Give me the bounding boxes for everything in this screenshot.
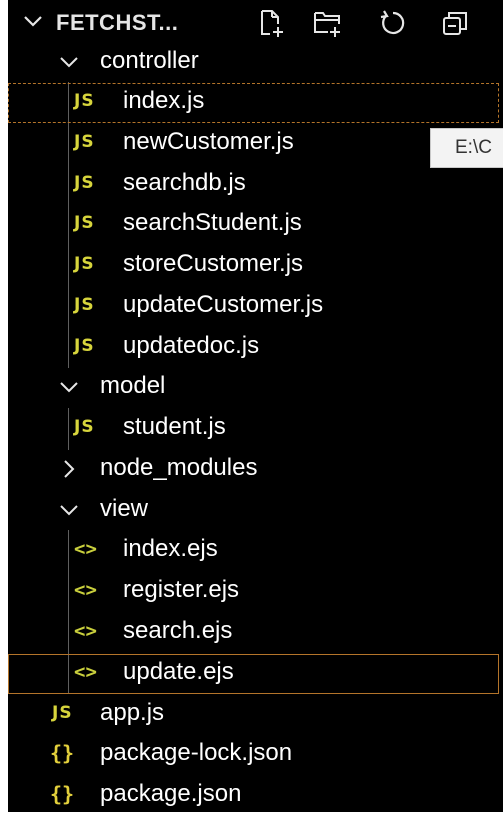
file-searchdb-js[interactable]: JS searchdb.js [8,164,503,204]
js-file-icon: JS [74,173,95,193]
file-label: searchStudent.js [123,209,302,236]
new-folder-icon[interactable] [312,8,342,38]
chevron-down-icon [60,382,78,393]
file-updatecustomer-js[interactable]: JS updateCustomer.js [8,286,503,326]
chevron-right-icon [64,460,75,478]
file-label: index.ejs [123,535,218,562]
file-label: updateCustomer.js [123,291,324,318]
file-package-json[interactable]: {} package.json [8,775,503,812]
json-file-icon: {} [50,741,75,765]
file-updatedoc-js[interactable]: JS updatedoc.js [8,327,503,367]
refresh-icon[interactable] [378,8,408,38]
file-label: package.json [100,780,242,807]
file-package-lock-json[interactable]: {} package-lock.json [8,734,503,774]
file-index-ejs[interactable]: <> index.ejs [8,530,503,570]
folder-view[interactable]: view [8,490,503,530]
chevron-down-icon[interactable] [22,10,44,32]
new-file-icon[interactable] [256,8,286,38]
file-search-ejs[interactable]: <> search.ejs [8,612,503,652]
js-file-icon: JS [74,213,95,233]
file-label: student.js [123,413,226,440]
file-label: newCustomer.js [123,128,294,155]
folder-node-modules[interactable]: node_modules [8,449,503,489]
ejs-file-icon: <> [74,620,97,642]
file-label: app.js [100,699,165,726]
file-student-js[interactable]: JS student.js [8,408,503,448]
file-register-ejs[interactable]: <> register.ejs [8,571,503,611]
js-file-icon: JS [74,336,95,356]
js-file-icon: JS [74,254,95,274]
js-file-icon: JS [74,417,95,437]
file-searchstudent-js[interactable]: JS searchStudent.js [8,204,503,244]
file-update-ejs[interactable]: <> update.ejs [8,653,503,693]
chevron-down-icon [60,57,78,68]
file-label: storeCustomer.js [123,250,304,277]
file-explorer: FETCHST... controller JS index.js JS new… [8,0,503,812]
ejs-file-icon: <> [74,661,97,683]
file-label: updatedoc.js [123,332,260,359]
folder-label: view [100,495,149,522]
file-label: package-lock.json [100,739,293,766]
chevron-down-icon [60,505,78,516]
file-storecustomer-js[interactable]: JS storeCustomer.js [8,245,503,285]
file-label: register.ejs [123,576,240,603]
js-file-icon: JS [74,91,95,111]
explorer-header[interactable]: FETCHST... [8,0,503,48]
js-file-icon: JS [74,132,95,152]
file-label: index.js [123,87,205,114]
folder-label: controller [100,47,199,74]
folder-controller[interactable]: controller [8,42,503,82]
collapse-all-icon[interactable] [440,8,470,38]
folder-label: model [100,372,166,399]
file-index-js[interactable]: JS index.js [8,82,503,122]
ejs-file-icon: <> [74,538,97,560]
js-file-icon: JS [74,295,95,315]
folder-label: node_modules [100,454,258,481]
file-label: searchdb.js [123,169,246,196]
js-file-icon: JS [52,703,73,723]
folder-model[interactable]: model [8,367,503,407]
project-title[interactable]: FETCHST... [56,10,178,36]
file-app-js[interactable]: JS app.js [8,694,503,734]
file-label: search.ejs [123,617,233,644]
file-newcustomer-js[interactable]: JS newCustomer.js [8,123,503,163]
file-label: update.ejs [123,658,234,685]
ejs-file-icon: <> [74,579,97,601]
json-file-icon: {} [50,782,75,806]
path-tooltip: E:\C [430,128,503,168]
